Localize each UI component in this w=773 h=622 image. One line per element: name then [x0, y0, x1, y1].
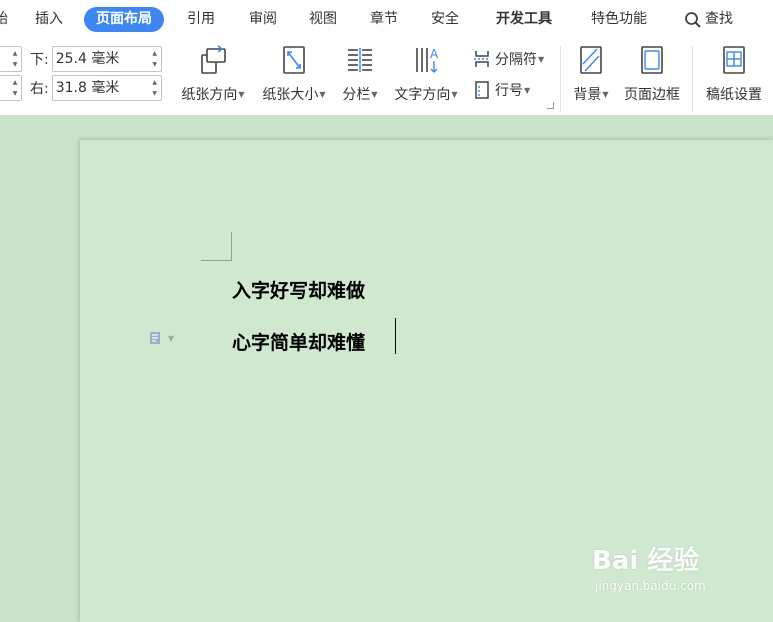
margin-bottom-row: ▲ ▼ 下: 25.4 毫米 ▲ ▼ — [0, 46, 162, 72]
tab-view[interactable]: 视图 — [309, 7, 337, 32]
chevron-down-icon: ▼ — [168, 333, 175, 343]
paper-size-button[interactable]: 纸张大小▼ — [258, 44, 330, 103]
margin-right-label: 右: — [30, 81, 49, 97]
svg-text:A: A — [430, 47, 439, 61]
orientation-label: 纸张方向 — [181, 87, 238, 103]
baidu-logo: Bai 经验 — [592, 540, 706, 577]
breaks-button[interactable]: 分隔符 ▼ — [472, 49, 544, 69]
tab-chapter[interactable]: 章节 — [370, 7, 398, 32]
columns-label: 分栏 — [342, 87, 371, 103]
grid-paper-icon — [723, 46, 745, 74]
margin-right-value: 31.8 毫米 — [55, 80, 120, 96]
document-line-1[interactable]: 入字好写却难做 — [232, 276, 365, 303]
page-borders-label: 页面边框 — [624, 87, 680, 103]
orientation-button[interactable]: 纸张方向▼ — [177, 44, 249, 103]
document-line-2[interactable]: 心字简单却难懂 — [232, 328, 365, 355]
orientation-icon — [201, 45, 226, 74]
grid-paper-button[interactable]: 稿纸设置 — [703, 44, 765, 103]
paragraph-layout-icon — [150, 332, 160, 344]
margin-top-input[interactable]: ▲ ▼ — [0, 46, 22, 72]
text-cursor — [395, 318, 396, 354]
margin-bottom-label: 下: — [30, 52, 49, 68]
menu-bar: 始 插入 页面布局 引用 审阅 视图 章节 安全 开发工具 特色功能 查找 — [0, 0, 773, 40]
columns-icon — [348, 48, 372, 72]
text-direction-icon: A — [416, 47, 439, 73]
search-icon — [685, 11, 701, 28]
margin-bottom-input[interactable]: 25.4 毫米 ▲ ▼ — [51, 46, 162, 72]
margin-bottom-value: 25.4 毫米 — [55, 51, 120, 67]
grid-paper-label: 稿纸设置 — [706, 87, 762, 103]
ribbon-divider — [560, 46, 561, 112]
margin-corner-mark — [201, 232, 232, 261]
dialog-launcher-icon[interactable] — [547, 102, 554, 109]
chevron-down-icon: ▼ — [451, 90, 458, 99]
text-direction-button[interactable]: A 文字方向▼ — [390, 44, 462, 103]
paragraph-layout-button[interactable]: ▼ — [148, 330, 174, 346]
margin-right-row: ▲ ▼ 右: 31.8 毫米 ▲ ▼ — [0, 75, 162, 101]
tab-references[interactable]: 引用 — [187, 7, 215, 32]
background-icon — [580, 46, 602, 74]
background-button[interactable]: 背景▼ — [570, 44, 612, 103]
line-numbers-label: 行号 — [495, 83, 523, 99]
page-borders-button[interactable]: 页面边框 — [621, 44, 683, 103]
chevron-down-icon: ▼ — [238, 90, 245, 99]
chevron-down-icon: ▼ — [371, 90, 378, 99]
chevron-down-icon: ▼ — [602, 90, 609, 99]
chevron-down-icon: ▼ — [538, 54, 545, 64]
columns-button[interactable]: 分栏▼ — [339, 44, 381, 103]
tab-special-features[interactable]: 特色功能 — [591, 7, 647, 32]
search-button[interactable]: 查找 — [684, 7, 733, 32]
page-border-icon — [641, 46, 663, 74]
line-numbers-button[interactable]: 行号 ▼ — [472, 80, 530, 100]
ribbon-divider — [692, 46, 693, 112]
ribbon-toolbar: ▲ ▼ 下: 25.4 毫米 ▲ ▼ ▲ ▼ 右: 31.8 毫米 ▲ ▼ 纸张方向▼ — [0, 40, 773, 116]
watermark-brand: Bai 经验 — [592, 546, 700, 576]
search-label: 查找 — [705, 11, 733, 27]
tab-page-layout[interactable]: 页面布局 — [84, 7, 164, 32]
text-direction-label: 文字方向 — [394, 87, 451, 103]
tab-developer-tools[interactable]: 开发工具 — [496, 7, 552, 32]
tab-review[interactable]: 审阅 — [249, 7, 277, 32]
tab-start[interactable]: 始 — [0, 7, 8, 32]
baidu-watermark: Bai 经验 jingyan.baidu.com — [592, 540, 706, 593]
tab-security[interactable]: 安全 — [431, 7, 459, 32]
margin-left-input[interactable]: ▲ ▼ — [0, 75, 22, 101]
watermark-url: jingyan.baidu.com — [595, 579, 706, 593]
paper-size-icon — [283, 46, 305, 74]
line-numbers-icon — [475, 81, 489, 99]
background-label: 背景 — [573, 87, 602, 103]
breaks-label: 分隔符 — [495, 52, 537, 68]
margin-right-input[interactable]: 31.8 毫米 ▲ ▼ — [51, 75, 162, 101]
paper-size-label: 纸张大小 — [262, 87, 319, 103]
page-break-icon — [474, 51, 490, 67]
tab-insert[interactable]: 插入 — [35, 7, 63, 32]
chevron-down-icon: ▼ — [524, 85, 531, 95]
chevron-down-icon: ▼ — [319, 90, 326, 99]
